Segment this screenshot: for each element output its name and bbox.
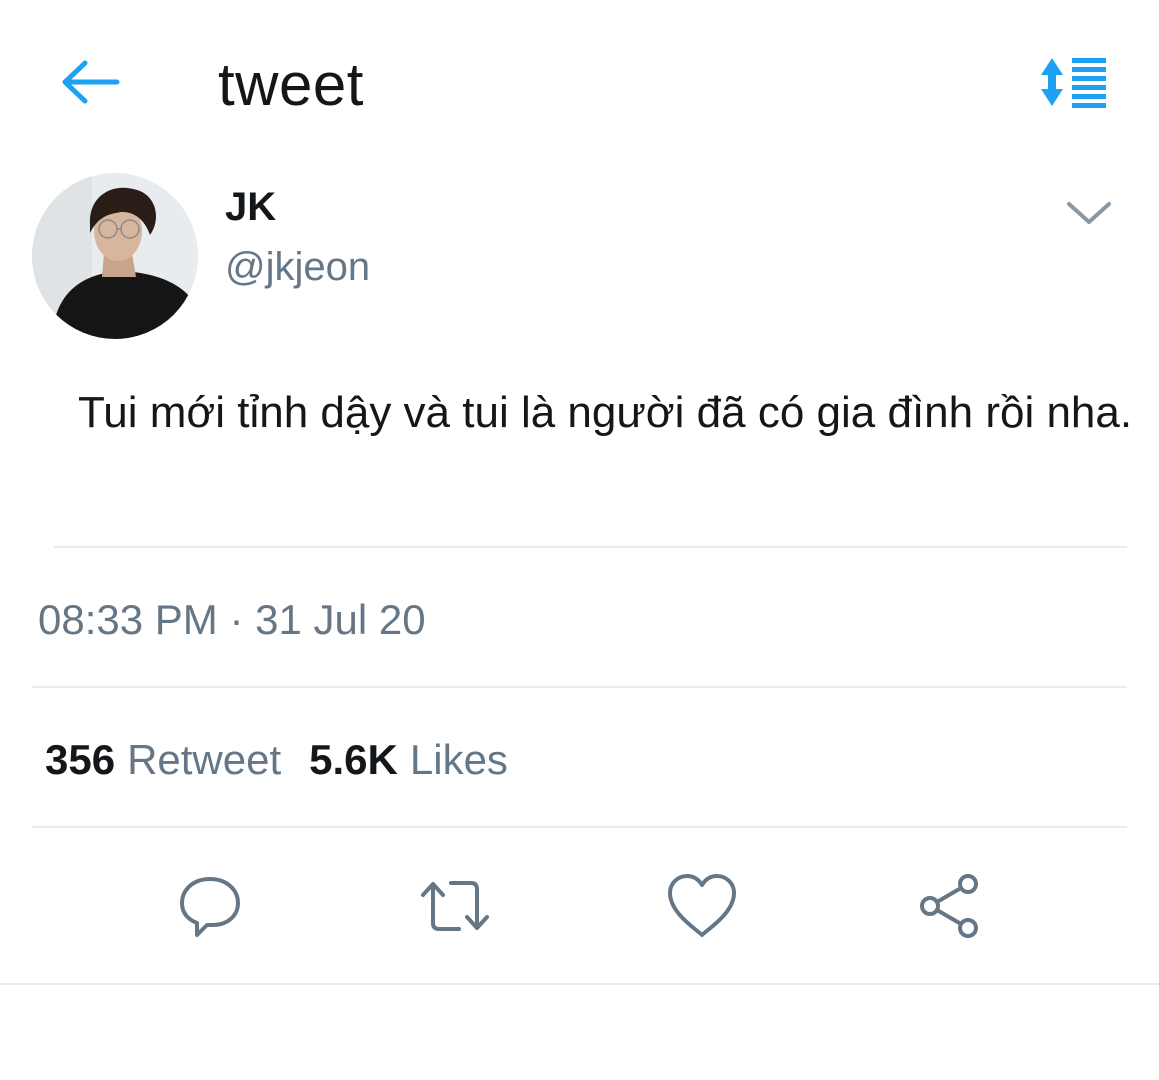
retweets-label: Retweet <box>127 736 282 783</box>
user-handle[interactable]: @jkjeon <box>225 242 370 292</box>
likes-count: 5.6K <box>309 736 398 783</box>
divider <box>54 546 1127 548</box>
page-title: tweet <box>218 51 364 118</box>
reply-icon <box>180 877 240 937</box>
reply-button[interactable] <box>170 866 250 946</box>
like-button[interactable] <box>662 866 742 946</box>
heart-icon <box>668 874 736 937</box>
divider <box>32 826 1127 828</box>
display-name[interactable]: JK <box>225 183 276 231</box>
share-button[interactable] <box>910 866 990 946</box>
divider <box>0 983 1159 985</box>
retweets-count: 356 <box>45 736 116 783</box>
sort-button[interactable] <box>1036 52 1112 112</box>
back-button[interactable] <box>58 52 124 112</box>
likes-stat[interactable]: 5.6K Likes <box>309 734 508 786</box>
retweet-button[interactable] <box>415 866 495 946</box>
share-icon <box>920 874 978 938</box>
chevron-down-icon <box>1067 202 1111 224</box>
engagement-stats: 356 Retweet 5.6K Likes <box>45 734 508 786</box>
retweet-icon <box>421 881 489 931</box>
divider <box>32 686 1127 688</box>
sort-lines-icon <box>1041 58 1106 108</box>
likes-label: Likes <box>409 736 508 783</box>
avatar[interactable] <box>32 173 198 339</box>
tweet-text: Tui mới tỉnh dậy và tui là người đã có g… <box>78 388 1133 437</box>
profile-photo <box>32 173 198 339</box>
retweets-stat[interactable]: 356 Retweet <box>45 734 281 786</box>
tweet-menu-button[interactable] <box>1054 186 1124 240</box>
arrow-left-icon <box>62 60 120 104</box>
tweet-timestamp: 08:33 PM · 31 Jul 20 <box>38 596 426 643</box>
